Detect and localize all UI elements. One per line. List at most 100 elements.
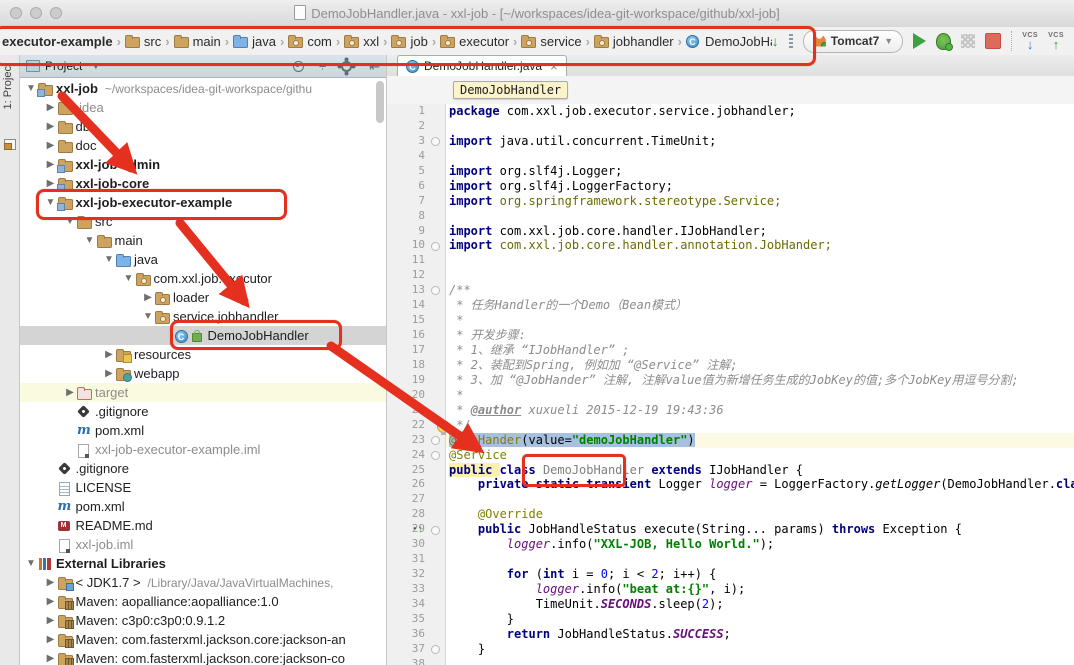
tree-expand-icon[interactable]: ▶ bbox=[44, 121, 58, 132]
tree-expand-icon[interactable]: ▶ bbox=[102, 349, 116, 360]
code-line-6[interactable]: import org.slf4j.LoggerFactory; bbox=[449, 179, 1074, 194]
code-line-18[interactable]: * 2、装配到Spring, 例如加 “@Service” 注解; bbox=[449, 358, 1074, 373]
code-line-13[interactable]: /** bbox=[449, 283, 1074, 298]
code-line-38[interactable] bbox=[449, 657, 1074, 665]
tree-item-webapp[interactable]: ▶webapp bbox=[20, 364, 386, 383]
breadcrumb-item-jobhandler[interactable]: jobhandler bbox=[594, 34, 674, 49]
tree-item-xxl-job-executor-example[interactable]: ▼xxl-job-executor-example bbox=[20, 193, 386, 212]
tree-item-Maven-com.fasterxml.jackson.core-jackson-an[interactable]: ▶Maven: com.fasterxml.jackson.core:jacks… bbox=[20, 630, 386, 649]
tree-expand-icon[interactable]: ▼ bbox=[122, 273, 136, 284]
code-line-36[interactable]: return JobHandleStatus.SUCCESS; bbox=[449, 627, 1074, 642]
code-line-5[interactable]: import org.slf4j.Logger; bbox=[449, 164, 1074, 179]
tree-item-xxl-job-executor-example.iml[interactable]: xxl-job-executor-example.iml bbox=[20, 440, 386, 459]
breadcrumb-item-service[interactable]: service bbox=[521, 34, 581, 49]
code-line-30[interactable]: logger.info("XXL-JOB, Hello World."); bbox=[449, 537, 1074, 552]
code-line-23[interactable]: @JobHander(value="demoJobHandler") bbox=[449, 433, 1074, 448]
breadcrumb-item-com[interactable]: com bbox=[288, 34, 332, 49]
code-line-35[interactable]: } bbox=[449, 612, 1074, 627]
tree-item-src[interactable]: ▼src bbox=[20, 212, 386, 231]
code-line-16[interactable]: * 开发步骤: bbox=[449, 328, 1074, 343]
code-line-31[interactable] bbox=[449, 552, 1074, 567]
collapse-all-icon[interactable]: ÷ bbox=[319, 60, 326, 73]
tree-item-External-Libraries[interactable]: ▼External Libraries bbox=[20, 554, 386, 573]
hide-panel-icon[interactable]: ⇤ bbox=[369, 60, 380, 73]
tree-item-Maven-c3p0-c3p0-0.9.1.2[interactable]: ▶Maven: c3p0:c3p0:0.9.1.2 bbox=[20, 611, 386, 630]
lightbulb-icon[interactable] bbox=[437, 420, 450, 433]
fold-marker-icon[interactable] bbox=[431, 242, 440, 251]
tree-item-pom.xml[interactable]: mpom.xml bbox=[20, 497, 386, 516]
tree-expand-icon[interactable]: ▶ bbox=[44, 634, 58, 645]
code-line-1[interactable]: package com.xxl.job.executor.service.job… bbox=[449, 104, 1074, 119]
code-line-21[interactable]: * @author xuxueli 2015-12-19 19:43:36 bbox=[449, 403, 1074, 418]
fold-marker-icon[interactable] bbox=[431, 436, 440, 445]
project-tool-window-button[interactable]: 1: Project bbox=[2, 63, 14, 109]
tree-expand-icon[interactable]: ▼ bbox=[83, 235, 97, 246]
tree-expand-icon[interactable]: ▶ bbox=[44, 140, 58, 151]
code-line-2[interactable] bbox=[449, 119, 1074, 134]
tree-item-DemoJobHandler[interactable]: CDemoJobHandler bbox=[20, 326, 386, 345]
tree-item-Maven-com.fasterxml.jackson.core-jackson-co[interactable]: ▶Maven: com.fasterxml.jackson.core:jacks… bbox=[20, 649, 386, 665]
close-tab-icon[interactable]: × bbox=[550, 59, 558, 74]
code-line-34[interactable]: TimeUnit.SECONDS.sleep(2); bbox=[449, 597, 1074, 612]
overrides-method-icon[interactable]: ↑ bbox=[413, 524, 423, 535]
fold-marker-icon[interactable] bbox=[431, 451, 440, 460]
editor-tab[interactable]: C DemoJobHandler.java × bbox=[397, 55, 567, 76]
tree-item-java[interactable]: ▼java bbox=[20, 250, 386, 269]
tree-item-service.jobhandler[interactable]: ▼service.jobhandler bbox=[20, 307, 386, 326]
tree-expand-icon[interactable]: ▼ bbox=[44, 197, 58, 208]
code-area[interactable]: 1234567891011121314151617181920212223242… bbox=[387, 104, 1074, 665]
tree-item-loader[interactable]: ▶loader bbox=[20, 288, 386, 307]
code-line-33[interactable]: logger.info("beat at:{}", i); bbox=[449, 582, 1074, 597]
tree-expand-icon[interactable]: ▶ bbox=[141, 292, 155, 303]
tree-item-doc[interactable]: ▶doc bbox=[20, 136, 386, 155]
run-configuration-select[interactable]: Tomcat7 ▼ bbox=[803, 30, 903, 53]
fold-marker-icon[interactable] bbox=[431, 137, 440, 146]
tree-item-main[interactable]: ▼main bbox=[20, 231, 386, 250]
code-line-22[interactable]: */ bbox=[449, 418, 1074, 433]
tree-scrollbar[interactable] bbox=[376, 81, 384, 123]
run-button[interactable] bbox=[913, 33, 926, 49]
breadcrumb-item-job[interactable]: job bbox=[391, 34, 427, 49]
code-line-19[interactable]: * 3、加 “@JobHander” 注解, 注解value值为新增任务生成的J… bbox=[449, 373, 1074, 388]
fold-marker-icon[interactable] bbox=[431, 526, 440, 535]
locate-file-icon[interactable] bbox=[293, 61, 304, 72]
tree-expand-icon[interactable]: ▼ bbox=[63, 216, 77, 227]
breadcrumb-item-DemoJobHandler[interactable]: CDemoJobHandler bbox=[686, 34, 772, 49]
code-line-12[interactable] bbox=[449, 268, 1074, 283]
code-line-28[interactable]: @Override bbox=[449, 507, 1074, 522]
tree-item-xxl-job-admin[interactable]: ▶xxl-job-admin bbox=[20, 155, 386, 174]
tree-item-xxl-job.iml[interactable]: xxl-job.iml bbox=[20, 535, 386, 554]
hide-navbar-icon[interactable]: ↓ bbox=[772, 34, 779, 48]
code-line-24[interactable]: @Service bbox=[449, 448, 1074, 463]
tree-item-xxl-job[interactable]: ▼xxl-job~/workspaces/idea-git-workspace/… bbox=[20, 79, 386, 98]
tree-item-.idea[interactable]: ▶.idea bbox=[20, 98, 386, 117]
coverage-button[interactable] bbox=[961, 34, 975, 48]
tree-expand-icon[interactable]: ▶ bbox=[44, 653, 58, 664]
code-line-37[interactable]: } bbox=[449, 642, 1074, 657]
code-line-14[interactable]: * 任务Handler的一个Demo（Bean模式） bbox=[449, 298, 1074, 313]
tree-expand-icon[interactable]: ▶ bbox=[44, 159, 58, 170]
code-line-9[interactable]: import com.xxl.job.core.handler.IJobHand… bbox=[449, 224, 1074, 239]
breadcrumb-item-executor[interactable]: executor bbox=[440, 34, 509, 49]
code-line-10[interactable]: import com.xxl.job.core.handler.annotati… bbox=[449, 238, 1074, 253]
tree-item-target[interactable]: ▶target bbox=[20, 383, 386, 402]
tree-expand-icon[interactable]: ▶ bbox=[44, 102, 58, 113]
gear-icon[interactable] bbox=[341, 61, 352, 72]
tree-expand-icon[interactable]: ▶ bbox=[102, 368, 116, 379]
tree-expand-icon[interactable]: ▶ bbox=[44, 615, 58, 626]
code-line-25[interactable]: public class DemoJobHandler extends IJob… bbox=[449, 463, 1074, 478]
tree-item-db[interactable]: ▶db bbox=[20, 117, 386, 136]
breadcrumb-item-executor-example[interactable]: executor-example bbox=[2, 34, 113, 49]
tree-expand-icon[interactable]: ▶ bbox=[44, 178, 58, 189]
tree-expand-icon[interactable]: ▼ bbox=[24, 558, 38, 569]
tree-item-.gitignore[interactable]: .gitignore bbox=[20, 402, 386, 421]
code-line-17[interactable]: * 1、继承 “IJobHandler” ; bbox=[449, 343, 1074, 358]
chevron-down-icon[interactable]: ▼ bbox=[91, 61, 100, 71]
code-line-4[interactable] bbox=[449, 149, 1074, 164]
vcs-update-button[interactable]: VCS↓ bbox=[1022, 32, 1038, 51]
code-line-15[interactable]: * bbox=[449, 313, 1074, 328]
stop-button[interactable] bbox=[985, 33, 1001, 49]
tree-expand-icon[interactable]: ▶ bbox=[44, 577, 58, 588]
tree-expand-icon[interactable]: ▼ bbox=[102, 254, 116, 265]
code-line-27[interactable] bbox=[449, 492, 1074, 507]
